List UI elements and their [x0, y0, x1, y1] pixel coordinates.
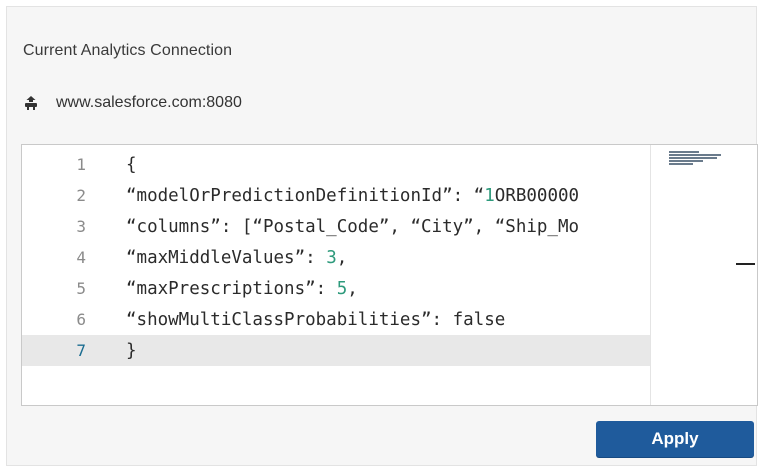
line-number: 1 — [76, 155, 86, 174]
line-code[interactable]: “maxMiddleValues”: 3, — [126, 248, 347, 268]
line-number: 2 — [76, 186, 86, 205]
code-line[interactable]: 1{ — [22, 149, 652, 180]
code-text: “showMultiClassProbabilities”: false — [126, 309, 506, 330]
code-text: “maxPrescriptions”: — [126, 278, 337, 299]
code-editor[interactable]: 1{2 “modelOrPredictionDefinitionId”: “1OR… — [21, 144, 758, 406]
apply-button[interactable]: Apply — [596, 421, 754, 457]
line-code[interactable]: “columns”: [“Postal_Code”, “City”, “Ship… — [126, 217, 579, 237]
code-text: { — [126, 154, 137, 175]
line-number: 3 — [76, 217, 86, 236]
line-code[interactable]: “maxPrescriptions”: 5, — [126, 279, 358, 299]
connection-row: www.salesforce.com:8080 — [23, 91, 242, 115]
number-literal: 5 — [336, 278, 348, 299]
line-code[interactable]: } — [126, 341, 137, 361]
minimap-line — [669, 154, 721, 156]
scrollbar-position-marker[interactable] — [736, 263, 755, 265]
code-line[interactable]: 2 “modelOrPredictionDefinitionId”: “1ORB0… — [22, 180, 652, 211]
line-number: 4 — [76, 248, 86, 267]
line-number: 5 — [76, 279, 86, 298]
analytics-connection-panel: Current Analytics Connection www.salesfo… — [6, 6, 758, 466]
code-text: } — [126, 340, 137, 361]
line-code[interactable]: “modelOrPredictionDefinitionId”: “1ORB00… — [126, 186, 579, 206]
panel-title: Current Analytics Connection — [23, 42, 233, 59]
minimap-line — [669, 157, 717, 159]
number-literal: 1 — [484, 185, 495, 206]
line-number: 7 — [76, 341, 86, 360]
minimap-line — [669, 151, 699, 153]
code-text: , — [347, 278, 358, 299]
code-lines[interactable]: 1{2 “modelOrPredictionDefinitionId”: “1OR… — [22, 149, 652, 399]
code-text: , — [336, 247, 348, 268]
line-number: 6 — [76, 310, 86, 329]
code-line[interactable]: 6 “showMultiClassProbabilities”: false — [22, 304, 652, 335]
connection-url: www.salesforce.com:8080 — [56, 94, 242, 111]
line-code[interactable]: “showMultiClassProbabilities”: false — [126, 310, 505, 330]
code-line[interactable]: 3 “columns”: [“Postal_Code”, “City”, “Shi… — [22, 211, 652, 242]
code-text: “columns”: [“Postal_Code”, “City”, “Ship… — [126, 216, 580, 237]
code-line[interactable]: 7} — [22, 335, 652, 366]
code-text: “modelOrPredictionDefinitionId”: “ — [126, 185, 485, 206]
code-line[interactable]: 4 “maxMiddleValues”: 3, — [22, 242, 652, 273]
code-line[interactable]: 5 “maxPrescriptions”: 5, — [22, 273, 652, 304]
number-literal: 3 — [326, 247, 337, 268]
minimap-line — [669, 160, 703, 162]
line-code[interactable]: { — [126, 155, 137, 175]
minimap-line — [669, 163, 693, 165]
vertical-scrollbar[interactable] — [734, 145, 757, 405]
code-minimap[interactable] — [650, 145, 736, 405]
code-text: ORB00000 — [494, 185, 580, 206]
code-text: “maxMiddleValues”: — [126, 247, 327, 268]
connection-icon — [23, 93, 43, 113]
